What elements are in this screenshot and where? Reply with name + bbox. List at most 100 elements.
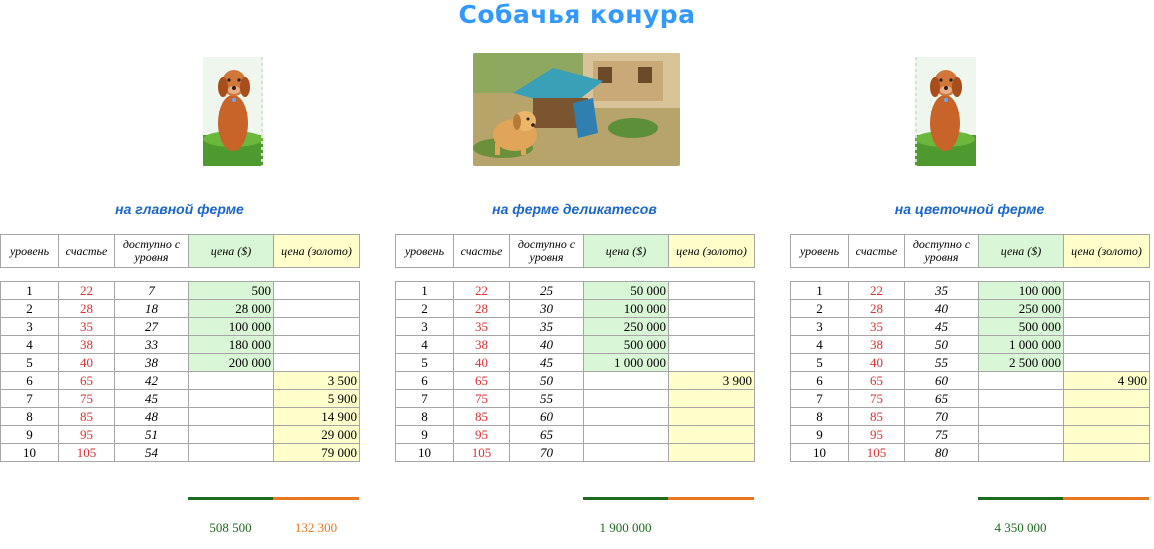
table-row: 10 105 80: [790, 443, 1150, 462]
cell-price-cash: 500: [188, 281, 274, 300]
table-row: 1 22 35 100 000: [790, 281, 1150, 300]
gold-total-line-flower: [1063, 497, 1149, 500]
table-row: 1 22 25 50 000: [395, 281, 755, 300]
dog-picture-left: [203, 57, 263, 166]
header-price-gold: цена (золото): [273, 234, 360, 268]
cell-happiness: 22: [453, 281, 510, 300]
spacer-cell: [453, 267, 510, 282]
cell-price-gold: 5 900: [273, 389, 360, 408]
cell-happiness: 65: [848, 371, 905, 390]
table-row: 10 105 54 79 000: [0, 443, 360, 462]
spacer-cell: [790, 267, 849, 282]
cell-available: 27: [114, 317, 189, 336]
cell-available: 65: [509, 425, 584, 444]
cell-price-cash: [583, 389, 669, 408]
cell-happiness: 38: [58, 335, 115, 354]
cell-price-gold: 4 900: [1063, 371, 1150, 390]
cell-available: 70: [904, 407, 979, 426]
table-row: 7 75 65: [790, 389, 1150, 408]
cell-happiness: 38: [453, 335, 510, 354]
spacer-cell: [58, 267, 115, 282]
cell-level: 9: [790, 425, 849, 444]
cell-price-gold: [668, 443, 755, 462]
table-row: 9 95 51 29 000: [0, 425, 360, 444]
cell-price-cash: 250 000: [583, 317, 669, 336]
spacer-cell: [273, 267, 360, 282]
cell-happiness: 75: [848, 389, 905, 408]
table-row: 10 105 70: [395, 443, 755, 462]
header-price-cash: цена ($): [583, 234, 669, 268]
spacer-cell: [904, 267, 979, 282]
cell-price-gold: [668, 353, 755, 372]
table-row: 8 85 60: [395, 407, 755, 426]
cell-available: 80: [904, 443, 979, 462]
cell-available: 45: [509, 353, 584, 372]
table-row: 6 65 42 3 500: [0, 371, 360, 390]
cell-available: 54: [114, 443, 189, 462]
cell-price-gold: [1063, 443, 1150, 462]
cell-level: 7: [0, 389, 59, 408]
cell-happiness: 95: [58, 425, 115, 444]
cell-price-cash: [583, 407, 669, 426]
cell-happiness: 28: [453, 299, 510, 318]
spacer-cell: [0, 267, 59, 282]
header-available: доступно с уровня: [509, 234, 584, 268]
cell-available: 40: [904, 299, 979, 318]
cell-price-gold: 3 900: [668, 371, 755, 390]
cell-price-cash: 100 000: [583, 299, 669, 318]
spacer-cell: [848, 267, 905, 282]
cell-available: 18: [114, 299, 189, 318]
cell-level: 7: [790, 389, 849, 408]
cell-available: 60: [904, 371, 979, 390]
cell-price-gold: [273, 299, 360, 318]
price-table-flower: уровень счастье доступно с уровня цена ($) ц…: [790, 234, 1150, 462]
cell-level: 10: [395, 443, 454, 462]
table-row: 6 65 60 4 900: [790, 371, 1150, 390]
cell-happiness: 40: [848, 353, 905, 372]
cell-available: 35: [509, 317, 584, 336]
cell-price-gold: [1063, 299, 1150, 318]
cell-price-gold: [1063, 353, 1150, 372]
cell-level: 4: [0, 335, 59, 354]
cell-level: 10: [790, 443, 849, 462]
cell-price-cash: [978, 371, 1064, 390]
cell-level: 9: [395, 425, 454, 444]
cell-level: 9: [0, 425, 59, 444]
cell-available: 60: [509, 407, 584, 426]
cell-available: 25: [509, 281, 584, 300]
cell-price-gold: 3 500: [273, 371, 360, 390]
cell-price-cash: 180 000: [188, 335, 274, 354]
spacer-row: [790, 267, 1150, 282]
spacer-cell: [583, 267, 669, 282]
cell-happiness: 85: [453, 407, 510, 426]
cell-level: 4: [395, 335, 454, 354]
cell-price-cash: [583, 425, 669, 444]
table-row: 3 35 35 250 000: [395, 317, 755, 336]
cell-level: 5: [0, 353, 59, 372]
kennel-picture: [473, 53, 680, 166]
table-row: 8 85 70: [790, 407, 1150, 426]
cell-level: 6: [395, 371, 454, 390]
cell-available: 42: [114, 371, 189, 390]
cell-available: 30: [509, 299, 584, 318]
cell-happiness: 38: [848, 335, 905, 354]
cell-happiness: 85: [58, 407, 115, 426]
table-row: 4 38 33 180 000: [0, 335, 360, 354]
cell-price-cash: 28 000: [188, 299, 274, 318]
cell-level: 2: [395, 299, 454, 318]
cell-happiness: 95: [453, 425, 510, 444]
cell-available: 51: [114, 425, 189, 444]
cell-happiness: 65: [453, 371, 510, 390]
cell-available: 48: [114, 407, 189, 426]
cell-price-cash: 1 000 000: [583, 353, 669, 372]
cell-level: 5: [395, 353, 454, 372]
spacer-cell: [509, 267, 584, 282]
price-table-delicacy: уровень счастье доступно с уровня цена ($) ц…: [395, 234, 755, 462]
table-row: 2 28 18 28 000: [0, 299, 360, 318]
table-row: 2 28 30 100 000: [395, 299, 755, 318]
cell-level: 1: [790, 281, 849, 300]
cell-price-cash: 100 000: [978, 281, 1064, 300]
cell-price-gold: [1063, 389, 1150, 408]
cell-price-gold: [1063, 317, 1150, 336]
cell-level: 8: [790, 407, 849, 426]
